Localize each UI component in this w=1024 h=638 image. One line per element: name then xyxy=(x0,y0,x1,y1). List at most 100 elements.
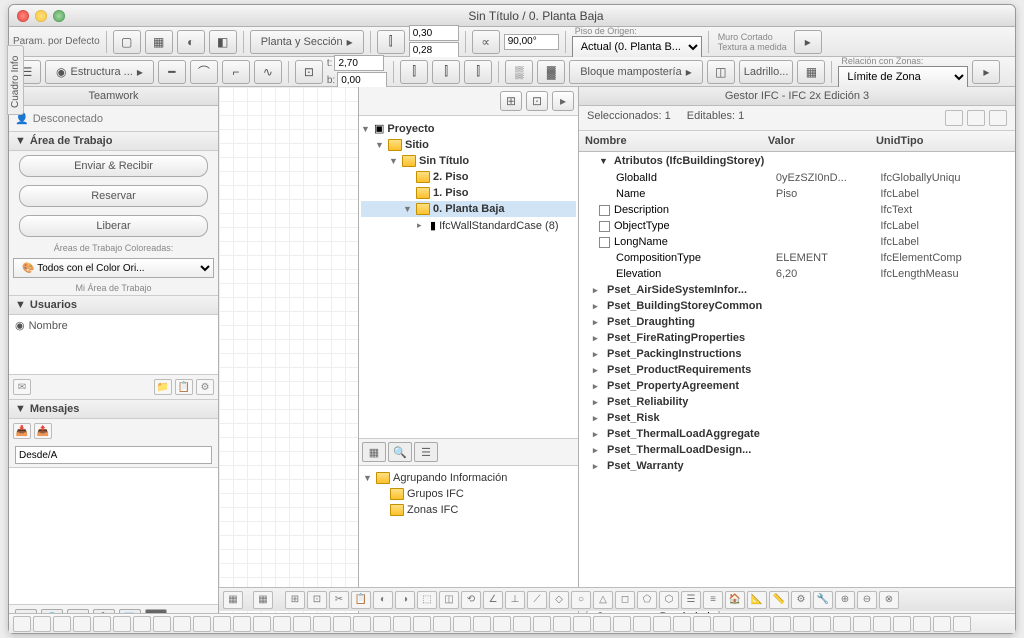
t-input[interactable] xyxy=(334,55,384,71)
view-tool-16[interactable]: △ xyxy=(593,591,613,609)
ua-3[interactable]: 📋 xyxy=(175,379,193,395)
view-tool-15[interactable]: ○ xyxy=(571,591,591,609)
status-tool-15[interactable] xyxy=(313,616,331,632)
rt-2[interactable] xyxy=(967,110,985,126)
col-type-2[interactable]: ⫿ xyxy=(432,60,460,84)
dim-top-input[interactable] xyxy=(409,25,459,41)
tool-end-1[interactable]: ▸ xyxy=(794,30,822,54)
view-tool-0[interactable]: ▦ xyxy=(253,591,273,609)
checkbox-icon[interactable] xyxy=(599,221,610,232)
col-type[interactable]: UnidTipo xyxy=(876,135,1009,147)
hatch-1[interactable]: ▒ xyxy=(505,60,533,84)
origin-select[interactable]: Actual (0. Planta B... xyxy=(572,36,702,58)
pset-row[interactable]: ▸Pset_Risk xyxy=(579,410,1015,426)
tool-btn-1[interactable]: ▢ xyxy=(113,30,141,54)
tree-piso2[interactable]: 2. Piso xyxy=(361,169,576,185)
status-tool-5[interactable] xyxy=(113,616,131,632)
col-type-3[interactable]: ⫿ xyxy=(464,60,492,84)
status-tool-24[interactable] xyxy=(493,616,511,632)
view-tool-12[interactable]: ⊥ xyxy=(505,591,525,609)
ua-2[interactable]: 📁 xyxy=(154,379,172,395)
view-tool-17[interactable]: ◻ xyxy=(615,591,635,609)
view-tool-7[interactable]: ◑ xyxy=(395,591,415,609)
attr-row[interactable]: ObjectTypeIfcLabel xyxy=(579,218,1015,234)
hatch-2[interactable]: ▓ xyxy=(537,60,565,84)
status-tool-38[interactable] xyxy=(773,616,791,632)
textura-label[interactable]: Textura a medida xyxy=(715,42,790,52)
status-tool-36[interactable] xyxy=(733,616,751,632)
tool-btn-2[interactable]: ▦ xyxy=(145,30,173,54)
view-tool-19[interactable]: ⬡ xyxy=(659,591,679,609)
wall-curved-icon[interactable]: ⌒ xyxy=(190,60,218,84)
tree-tool-2[interactable]: ⊡ xyxy=(526,91,548,111)
status-tool-7[interactable] xyxy=(153,616,171,632)
pset-row[interactable]: ▸Pset_AirSideSystemInfor... xyxy=(579,282,1015,298)
checkbox-icon[interactable] xyxy=(599,205,610,216)
b-input[interactable] xyxy=(337,72,387,88)
info-panel-tab[interactable]: Cuadro Info xyxy=(7,45,24,115)
status-tool-35[interactable] xyxy=(713,616,731,632)
tab-list-icon[interactable]: ☰ xyxy=(414,442,438,462)
pset-row[interactable]: ▸Pset_FireRatingProperties xyxy=(579,330,1015,346)
status-tool-11[interactable] xyxy=(233,616,251,632)
wall-straight-icon[interactable]: ━ xyxy=(158,60,186,84)
tree-tool-3[interactable]: ▸ xyxy=(552,91,574,111)
group-zones[interactable]: Zonas IFC xyxy=(363,502,574,518)
status-tool-47[interactable] xyxy=(953,616,971,632)
status-tool-4[interactable] xyxy=(93,616,111,632)
status-tool-1[interactable] xyxy=(33,616,51,632)
attr-group-header[interactable]: ▼Atributos (IfcBuildingStorey) xyxy=(579,152,1015,170)
status-tool-18[interactable] xyxy=(373,616,391,632)
from-to-input[interactable] xyxy=(15,446,212,464)
view-tool-10[interactable]: ⟲ xyxy=(461,591,481,609)
view-tool-20[interactable]: ☰ xyxy=(681,591,701,609)
status-tool-43[interactable] xyxy=(873,616,891,632)
tool-btn-4[interactable]: ◧ xyxy=(209,30,237,54)
view-tool-3[interactable]: ⊡ xyxy=(307,591,327,609)
status-tool-2[interactable] xyxy=(53,616,71,632)
checkbox-icon[interactable] xyxy=(599,237,610,248)
status-tool-31[interactable] xyxy=(633,616,651,632)
minimize-icon[interactable] xyxy=(35,10,47,22)
status-tool-27[interactable] xyxy=(553,616,571,632)
col-value[interactable]: Valor xyxy=(768,135,876,147)
pset-row[interactable]: ▸Pset_ThermalLoadDesign... xyxy=(579,442,1015,458)
pset-row[interactable]: ▸Pset_PackingInstructions xyxy=(579,346,1015,362)
tab-grid-icon[interactable]: ▦ xyxy=(362,442,386,462)
col-type-1[interactable]: ⫿ xyxy=(400,60,428,84)
pattern-icon[interactable]: ▦ xyxy=(797,60,825,84)
ref-point-icon[interactable]: ⊡ xyxy=(295,60,323,84)
tree-sintitulo[interactable]: ▼Sin Título xyxy=(361,153,576,169)
view-tool-21[interactable]: ≡ xyxy=(703,591,723,609)
status-tool-41[interactable] xyxy=(833,616,851,632)
users-header[interactable]: ▼Usuarios xyxy=(9,295,218,315)
status-tool-16[interactable] xyxy=(333,616,351,632)
reserve-button[interactable]: Reservar xyxy=(19,185,207,207)
tree-sitio[interactable]: ▼Sitio xyxy=(361,137,576,153)
status-tool-25[interactable] xyxy=(513,616,531,632)
view-tool-25[interactable]: ⚙ xyxy=(791,591,811,609)
msg-out-icon[interactable]: 📤 xyxy=(34,423,52,439)
wall-chain-icon[interactable]: ∿ xyxy=(254,60,282,84)
pset-row[interactable]: ▸Pset_ProductRequirements xyxy=(579,362,1015,378)
send-receive-button[interactable]: Enviar & Recibir xyxy=(19,155,207,177)
status-tool-29[interactable] xyxy=(593,616,611,632)
view-tool-23[interactable]: 📐 xyxy=(747,591,767,609)
status-tool-0[interactable] xyxy=(13,616,31,632)
col-name[interactable]: Nombre xyxy=(585,135,768,147)
brick-button[interactable]: Ladrillo... xyxy=(739,60,794,84)
status-tool-42[interactable] xyxy=(853,616,871,632)
view-tool-4[interactable]: ✂ xyxy=(329,591,349,609)
rt-1[interactable] xyxy=(945,110,963,126)
attr-row[interactable]: GlobalId0yEzSZI0nD...IfcGloballyUniqu xyxy=(579,170,1015,186)
status-tool-14[interactable] xyxy=(293,616,311,632)
view-tool-5[interactable]: 📋 xyxy=(351,591,371,609)
tab-search-icon[interactable]: 🔍 xyxy=(388,442,412,462)
msg-in-icon[interactable]: 📥 xyxy=(13,423,31,439)
pset-row[interactable]: ▸Pset_Draughting xyxy=(579,314,1015,330)
pset-row[interactable]: ▸Pset_BuildingStoreyCommon xyxy=(579,298,1015,314)
view-tool-28[interactable]: ⊖ xyxy=(857,591,877,609)
view-tool-27[interactable]: ⊕ xyxy=(835,591,855,609)
structure-button[interactable]: ◉ Estructura ... ▸ xyxy=(45,60,154,84)
view-tool-9[interactable]: ◫ xyxy=(439,591,459,609)
